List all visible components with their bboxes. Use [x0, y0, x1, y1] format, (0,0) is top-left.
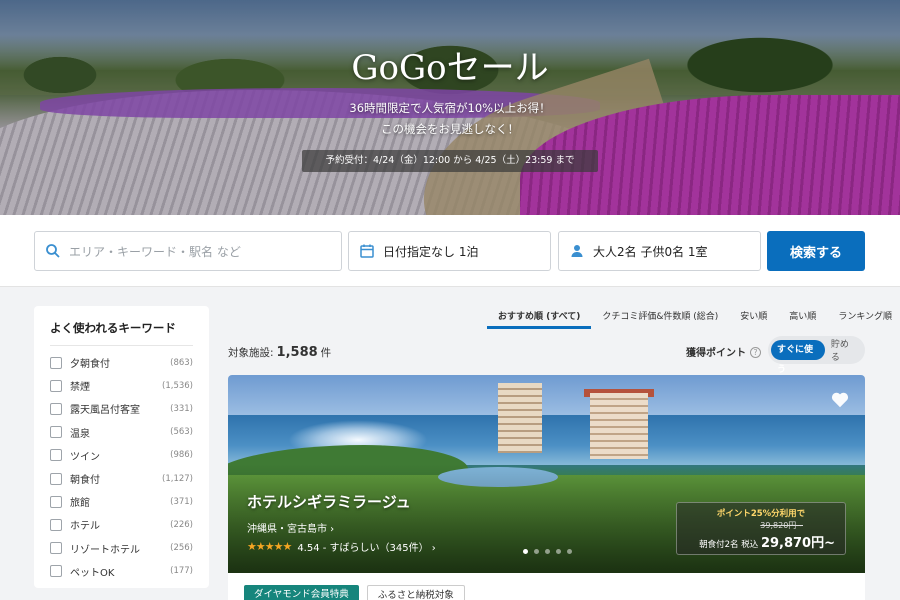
date-value: 日付指定なし 1泊	[383, 244, 479, 259]
keyword-label: ホテル	[70, 521, 100, 533]
hero-subtitle-line2: この機会をお見逃しなく！	[381, 122, 519, 136]
checkbox[interactable]	[50, 518, 62, 531]
keyword-count: (331)	[170, 403, 193, 414]
search-icon	[46, 244, 60, 258]
keyword-count: (863)	[170, 357, 193, 368]
hero-banner: GoGoセール 36時間限定で人気宿が10%以上お得！ この機会をお見逃しなく！…	[0, 0, 900, 215]
result-count-value: 1,588	[276, 345, 318, 360]
keyword-label: 禁煙	[70, 382, 90, 394]
keyword-item[interactable]: ホテル (226)	[50, 513, 193, 536]
keyword-label: 温泉	[70, 428, 90, 440]
furusato-tag: ふるさと納税対象	[366, 585, 465, 600]
guests-select[interactable]: 大人2名 子供0名 1室	[558, 231, 761, 271]
keyword-label: リゾートホテル	[70, 544, 140, 556]
keyword-panel-title: よく使われるキーワード	[50, 320, 193, 346]
rating-text: 4.54 - すばらしい（345件） ›	[297, 543, 436, 554]
keyword-count: (986)	[170, 450, 193, 461]
date-select[interactable]: 日付指定なし 1泊	[348, 231, 551, 271]
keyword-label: ペットOK	[70, 567, 115, 579]
hotel-location[interactable]: 沖縄県・宮古島市 ›	[247, 520, 334, 535]
price-box: ポイント25%分利用で 39,820円~ 朝食付2名 税込 29,870円~	[676, 502, 846, 555]
keyword-count: (371)	[170, 496, 193, 507]
tab-price-high[interactable]: 高い順	[778, 303, 827, 329]
checkbox[interactable]	[50, 402, 62, 415]
price-line: 朝食付2名 税込 29,870円~	[677, 532, 835, 551]
keyword-filter-panel: よく使われるキーワード 夕朝食付 (863) 禁煙 (1,536) 露天風呂付客室 (…	[34, 306, 209, 588]
tab-recommended[interactable]: おすすめ順 (すべて)	[487, 303, 592, 329]
keyword-item[interactable]: リゾートホテル (256)	[50, 537, 193, 560]
toggle-use-now[interactable]: すぐに使う	[771, 340, 825, 375]
keyword-item[interactable]: 夕朝食付 (863)	[50, 351, 193, 374]
diamond-member-tag: ダイヤモンド会員特典	[244, 585, 359, 600]
keyword-count: (177)	[170, 566, 193, 577]
original-price: 39,820円~	[760, 521, 803, 530]
carousel-dot[interactable]	[523, 549, 528, 554]
search-button[interactable]: 検索する	[767, 231, 865, 271]
checkbox[interactable]	[50, 449, 62, 462]
checkbox[interactable]	[50, 542, 62, 555]
favorite-heart-icon[interactable]	[831, 391, 849, 409]
tab-price-low[interactable]: 安い順	[729, 303, 778, 329]
keyword-count: (1,536)	[162, 380, 193, 391]
keyword-count: (563)	[170, 427, 193, 438]
hotel-tags: ダイヤモンド会員特典 ふるさと納税対象	[244, 585, 473, 600]
booking-period: 予約受付：4/24（金）12:00 から 4/25（土）23:59 まで	[302, 150, 598, 172]
checkbox[interactable]	[50, 379, 62, 392]
price-prefix: 朝食付2名 税込	[699, 540, 759, 550]
checkbox[interactable]	[50, 495, 62, 508]
keyword-placeholder: エリア・キーワード・駅名 など	[69, 244, 241, 259]
guests-value: 大人2名 子供0名 1室	[593, 244, 708, 259]
help-icon[interactable]: ?	[750, 347, 761, 358]
keyword-label: ツイン	[70, 451, 100, 463]
hotel-rating[interactable]: ★★★★★ 4.54 - すばらしい（345件） ›	[247, 539, 436, 554]
points-label-text: 獲得ポイント	[686, 348, 746, 359]
checkbox[interactable]	[50, 426, 62, 439]
sort-tabs: おすすめ順 (すべて) クチコミ評価&件数順 (総合) 安い順 高い順 ランキン…	[487, 303, 900, 329]
carousel-dots	[520, 549, 575, 554]
keyword-item[interactable]: ペットOK (177)	[50, 560, 193, 583]
keyword-item[interactable]: 禁煙 (1,536)	[50, 374, 193, 397]
keyword-item[interactable]: 朝食付 (1,127)	[50, 467, 193, 490]
keyword-label: 旅館	[70, 498, 90, 510]
result-count-suffix: 件	[320, 347, 332, 359]
keyword-item[interactable]: 旅館 (371)	[50, 490, 193, 513]
tab-ranking[interactable]: ランキング順	[827, 303, 900, 329]
result-count-prefix: 対象施設:	[228, 347, 274, 359]
point-discount-badge: ポイント25%分利用で	[716, 509, 806, 519]
checkbox[interactable]	[50, 565, 62, 578]
keyword-label: 露天風呂付客室	[70, 405, 140, 417]
keyword-input[interactable]: エリア・キーワード・駅名 など	[34, 231, 342, 271]
person-icon	[571, 245, 583, 257]
search-bar: エリア・キーワード・駅名 など 日付指定なし 1泊 大人2名 子供0名 1室 検…	[0, 215, 900, 287]
hero-subtitle: 36時間限定で人気宿が10%以上お得！ この機会をお見逃しなく！	[0, 98, 900, 140]
checkbox[interactable]	[50, 472, 62, 485]
hero-subtitle-line1: 36時間限定で人気宿が10%以上お得！	[349, 101, 551, 115]
price-value: 29,870円~	[760, 536, 835, 551]
star-rating-icon: ★★★★★	[247, 540, 292, 553]
hero-title: GoGoセール	[351, 48, 549, 88]
keyword-item[interactable]: 露天風呂付客室 (331)	[50, 397, 193, 420]
hotel-photo[interactable]: ホテルシギラミラージュ 沖縄県・宮古島市 › ★★★★★ 4.54 - すばらし…	[228, 375, 865, 573]
checkbox[interactable]	[50, 356, 62, 369]
keyword-label: 夕朝食付	[70, 359, 110, 371]
hotel-card[interactable]: ホテルシギラミラージュ 沖縄県・宮古島市 › ★★★★★ 4.54 - すばらし…	[228, 375, 865, 600]
keyword-count: (1,127)	[162, 473, 193, 484]
points-toggle[interactable]: すぐに使う 貯める	[768, 336, 865, 375]
carousel-dot[interactable]	[556, 549, 561, 554]
toggle-save[interactable]: 貯める	[825, 337, 862, 363]
tab-review-score[interactable]: クチコミ評価&件数順 (総合)	[591, 303, 729, 329]
points-label: 獲得ポイント?	[686, 344, 761, 359]
keyword-count: (256)	[170, 543, 193, 554]
carousel-dot[interactable]	[545, 549, 550, 554]
keyword-count: (226)	[170, 519, 193, 530]
keyword-item[interactable]: 温泉 (563)	[50, 421, 193, 444]
calendar-icon	[360, 244, 374, 258]
keyword-item[interactable]: ツイン (986)	[50, 444, 193, 467]
result-count: 対象施設: 1,588 件	[228, 345, 331, 360]
hotel-name[interactable]: ホテルシギラミラージュ	[247, 491, 411, 512]
keyword-label: 朝食付	[70, 475, 100, 487]
carousel-dot[interactable]	[534, 549, 539, 554]
carousel-dot[interactable]	[567, 549, 572, 554]
